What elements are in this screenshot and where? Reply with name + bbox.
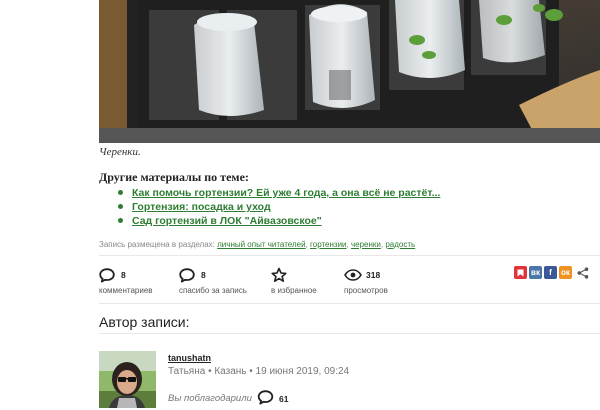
facebook-icon: f xyxy=(549,268,552,277)
related-link[interactable]: Гортензия: посадка и уход xyxy=(132,201,271,213)
author-username-link[interactable]: tanushatn xyxy=(168,353,211,363)
thanks-count: 8 xyxy=(201,270,206,280)
share-more-button[interactable] xyxy=(576,266,590,279)
post-stats: 8 комментариев 8 спасибо за запись в изб… xyxy=(99,267,499,297)
comment-icon xyxy=(99,267,115,282)
avatar-image xyxy=(99,351,156,408)
bookmark-icon xyxy=(517,269,524,276)
list-item: Сад гортензий в ЛОК "Айвазовское" xyxy=(118,214,440,228)
share-buttons: вк f ок xyxy=(514,266,590,279)
bullet-icon xyxy=(118,189,123,195)
comments-label: комментариев xyxy=(99,286,153,295)
comments-stat[interactable]: 8 комментариев xyxy=(99,267,153,295)
comments-count: 8 xyxy=(121,270,126,280)
divider xyxy=(99,333,600,334)
divider xyxy=(99,255,600,256)
favorite-stat[interactable]: в избранное xyxy=(271,267,317,295)
thanks-author-button[interactable] xyxy=(257,390,274,410)
facebook-share-button[interactable]: f xyxy=(544,266,557,279)
vk-share-button[interactable]: вк xyxy=(529,266,542,279)
comment-icon xyxy=(257,390,274,405)
odnoklassniki-icon: ок xyxy=(561,268,570,277)
section-tag-link[interactable]: радость xyxy=(385,240,415,249)
vk-icon: вк xyxy=(531,268,540,277)
divider xyxy=(99,303,600,304)
section-tag-link[interactable]: черенки xyxy=(351,240,381,249)
photo-caption: Черенки. xyxy=(99,146,141,158)
views-label: просмотров xyxy=(344,286,388,295)
related-materials-list: Как помочь гортензии? Ей уже 4 года, а о… xyxy=(118,186,440,228)
sections-prefix: Запись размещена в разделах: xyxy=(99,240,215,249)
odnoklassniki-share-button[interactable]: ок xyxy=(559,266,572,279)
thanks-icon xyxy=(179,267,195,282)
author-section-title: Автор записи: xyxy=(99,314,190,330)
avatar[interactable] xyxy=(99,351,156,408)
list-item: Гортензия: посадка и уход xyxy=(118,200,440,214)
section-tag-link[interactable]: гортензии xyxy=(310,240,347,249)
thanks-label: спасибо за запись xyxy=(179,286,247,295)
eye-icon xyxy=(344,269,362,281)
views-count: 318 xyxy=(366,270,381,280)
related-materials-title: Другие материалы по теме: xyxy=(99,170,249,184)
section-tag-link[interactable]: личный опыт читателей xyxy=(217,240,305,249)
related-link[interactable]: Как помочь гортензии? Ей уже 4 года, а о… xyxy=(132,187,440,199)
star-icon xyxy=(271,267,287,282)
thanks-status-text: Вы поблагодарили xyxy=(168,393,252,404)
views-stat: 318 просмотров xyxy=(344,267,388,295)
bullet-icon xyxy=(118,217,123,223)
thanks-total-count: 61 xyxy=(279,394,289,404)
bookmark-share-button[interactable] xyxy=(514,266,527,279)
bullet-icon xyxy=(118,203,123,209)
article-photo xyxy=(99,0,600,143)
seedlings-photo-image xyxy=(99,0,600,143)
list-item: Как помочь гортензии? Ей уже 4 года, а о… xyxy=(118,186,440,200)
share-icon xyxy=(577,266,589,279)
related-link[interactable]: Сад гортензий в ЛОК "Айвазовское" xyxy=(132,215,322,227)
post-sections: Запись размещена в разделах: личный опыт… xyxy=(99,240,416,249)
favorite-label: в избранное xyxy=(271,286,317,295)
thanks-stat[interactable]: 8 спасибо за запись xyxy=(179,267,247,295)
author-meta: Татьяна • Казань • 19 июня 2019, 09:24 xyxy=(168,366,350,377)
